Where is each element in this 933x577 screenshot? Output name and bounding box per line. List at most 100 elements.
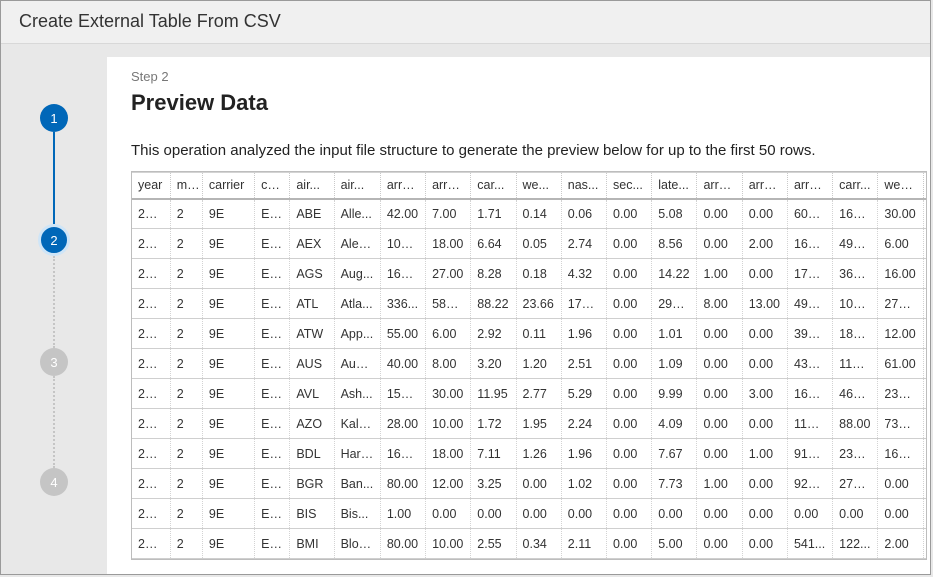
table-cell: 1.96: [561, 439, 606, 469]
table-cell: 98.: [923, 319, 927, 349]
column-header[interactable]: carr...: [833, 173, 878, 199]
table-row[interactable]: 202029EEn...AZOKala...28.0010.001.721.95…: [132, 409, 927, 439]
table-cell: 61.00: [878, 349, 923, 379]
preview-table-container[interactable]: yearm...carrierca...air...air...arr_...a…: [131, 171, 927, 560]
table-cell: 2: [170, 199, 202, 229]
step-1-node[interactable]: 1: [40, 104, 68, 132]
column-header[interactable]: car...: [471, 173, 516, 199]
table-cell: 0.00: [607, 319, 652, 349]
table-cell: En...: [255, 469, 290, 499]
table-cell: 0.00: [878, 469, 923, 499]
column-header[interactable]: sec...: [607, 173, 652, 199]
table-cell: 3.20: [471, 349, 516, 379]
table-cell: 9E: [202, 499, 254, 529]
table-cell: Hart...: [334, 439, 380, 469]
table-cell: 11.95: [471, 379, 516, 409]
column-header[interactable]: we...: [516, 173, 561, 199]
step-4-node[interactable]: 4: [40, 468, 68, 496]
table-cell: 104....: [380, 229, 425, 259]
table-cell: 929....: [787, 469, 832, 499]
page-description: This operation analyzed the input file s…: [131, 142, 906, 159]
table-cell: 0.00: [561, 499, 606, 529]
table-cell: 12.00: [878, 319, 923, 349]
table-row[interactable]: 202029EEn...AVLAsh...156....30.0011.952.…: [132, 379, 927, 409]
table-cell: 0.00: [742, 259, 787, 289]
table-cell: 1.96: [561, 319, 606, 349]
column-header[interactable]: nas: [923, 173, 927, 199]
column-header[interactable]: late...: [652, 173, 697, 199]
column-header[interactable]: air...: [334, 173, 380, 199]
table-cell: 0.00: [697, 529, 742, 559]
table-row[interactable]: 202029EEn...AEXAlex...104....18.006.640.…: [132, 229, 927, 259]
table-row[interactable]: 202029EEn...ABEAlle...42.007.001.710.140…: [132, 199, 927, 229]
column-header[interactable]: year: [132, 173, 170, 199]
table-cell: 9E: [202, 289, 254, 319]
table-row[interactable]: 202029EEn...BMIBloo...80.0010.002.550.34…: [132, 529, 927, 559]
table-row[interactable]: 202029EEn...BISBis...1.000.000.000.000.0…: [132, 499, 927, 529]
table-row[interactable]: 202029EEn...ATWApp...55.006.002.920.111.…: [132, 319, 927, 349]
table-cell: 186....: [833, 319, 878, 349]
column-header[interactable]: arr_...: [787, 173, 832, 199]
table-cell: 30.00: [878, 199, 923, 229]
table-cell: 0.00: [607, 499, 652, 529]
table-cell: 54.: [923, 469, 927, 499]
column-header[interactable]: arr_...: [380, 173, 425, 199]
table-cell: 95.: [923, 349, 927, 379]
table-cell: 0.00: [607, 289, 652, 319]
table-cell: 1.71: [471, 199, 516, 229]
table-cell: 0.18: [516, 259, 561, 289]
column-header[interactable]: air...: [290, 173, 334, 199]
table-cell: 2020: [132, 439, 170, 469]
column-header[interactable]: ca...: [255, 173, 290, 199]
table-cell: 6.00: [426, 319, 471, 349]
table-cell: Aust...: [334, 349, 380, 379]
table-cell: 88.00: [833, 409, 878, 439]
column-header[interactable]: wea...: [878, 173, 923, 199]
table-cell: 14.22: [652, 259, 697, 289]
table-row[interactable]: 202029EEn...BGRBan...80.0012.003.250.001…: [132, 469, 927, 499]
step-3-label: 3: [50, 355, 57, 370]
table-cell: 2: [170, 259, 202, 289]
column-header[interactable]: arr_...: [426, 173, 471, 199]
table-cell: 1137...: [787, 409, 832, 439]
table-cell: 1777...: [787, 259, 832, 289]
table-cell: 162....: [878, 439, 923, 469]
table-row[interactable]: 202029EEn...AGSAug...168....27.008.280.1…: [132, 259, 927, 289]
step-2-node[interactable]: 2: [38, 224, 70, 256]
table-cell: 2020: [132, 229, 170, 259]
table-row[interactable]: 202029EEn...ATLAtla...336...581....88.22…: [132, 289, 927, 319]
table-cell: 0.05: [516, 229, 561, 259]
table-cell: 0.00: [607, 349, 652, 379]
table-cell: 1079...: [833, 289, 878, 319]
column-header[interactable]: arr_...: [742, 173, 787, 199]
table-cell: 80.00: [380, 469, 425, 499]
table-cell: 238: [923, 229, 927, 259]
table-row[interactable]: 202029EEn...AUSAust...40.008.003.201.202…: [132, 349, 927, 379]
table-cell: 541...: [787, 529, 832, 559]
column-header[interactable]: carrier: [202, 173, 254, 199]
table-cell: 1.02: [561, 469, 606, 499]
table-cell: 9E: [202, 229, 254, 259]
table-row[interactable]: 202029EEn...BDLHart...160....18.007.111.…: [132, 439, 927, 469]
table-cell: 8.56: [652, 229, 697, 259]
table-cell: 28.00: [380, 409, 425, 439]
table-cell: 10.00: [426, 529, 471, 559]
table-cell: 1.20: [516, 349, 561, 379]
table-cell: 5.00: [652, 529, 697, 559]
table-cell: 1.00: [697, 259, 742, 289]
step-3-node[interactable]: 3: [40, 348, 68, 376]
table-cell: 3.25: [471, 469, 516, 499]
column-header[interactable]: nas...: [561, 173, 606, 199]
table-cell: 0.00: [652, 499, 697, 529]
table-cell: 223: [923, 379, 927, 409]
table-cell: 2.92: [471, 319, 516, 349]
table-cell: 0.00: [607, 229, 652, 259]
table-cell: 0.00: [471, 499, 516, 529]
table-cell: En...: [255, 499, 290, 529]
column-header[interactable]: arr_...: [697, 173, 742, 199]
table-cell: 0.00: [742, 469, 787, 499]
table-cell: 4.32: [561, 259, 606, 289]
column-header[interactable]: m...: [170, 173, 202, 199]
table-cell: 737....: [878, 409, 923, 439]
table-cell: 2020: [132, 469, 170, 499]
